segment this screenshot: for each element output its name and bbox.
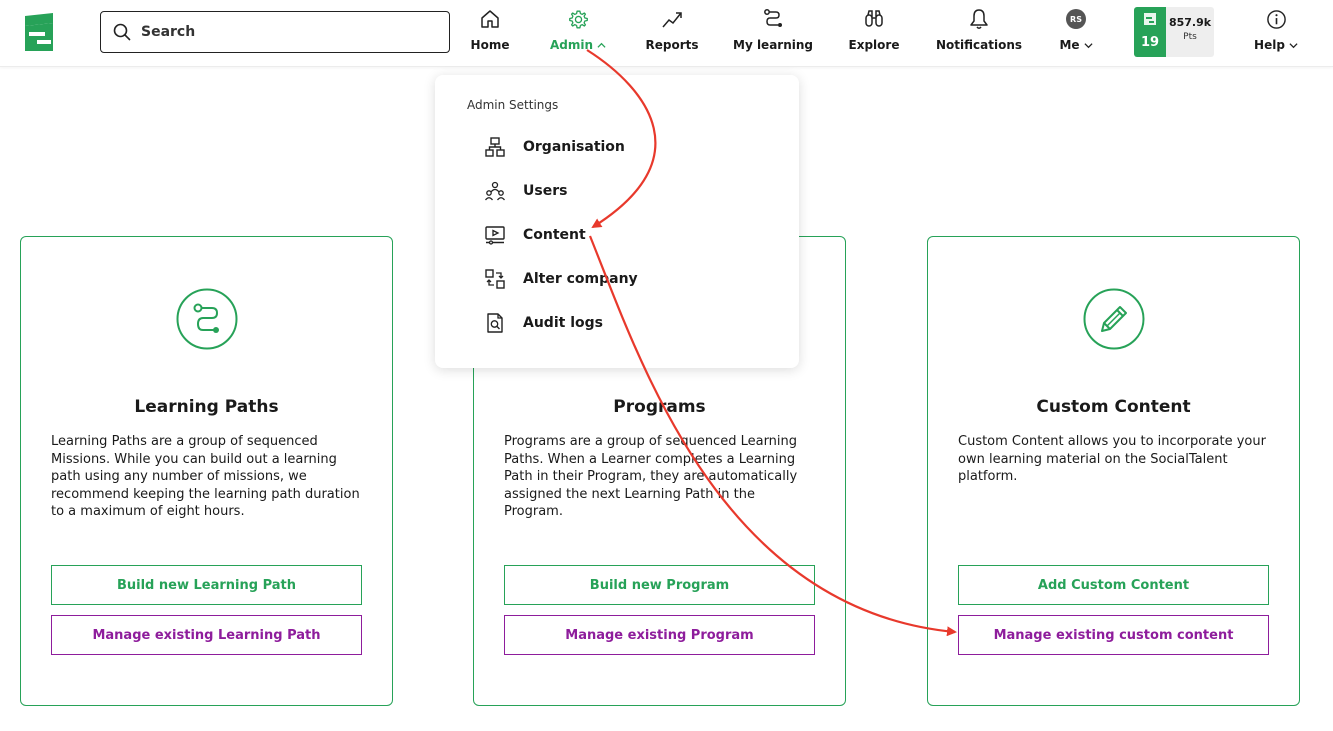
add-custom-content-button[interactable]: Add Custom Content xyxy=(958,565,1269,605)
menu-item-audit-logs[interactable]: Audit logs xyxy=(483,308,603,338)
trend-up-icon xyxy=(662,12,682,28)
menu-item-content[interactable]: Content xyxy=(483,220,586,250)
search-box[interactable] xyxy=(100,11,450,53)
home-icon xyxy=(481,10,499,28)
learning-path-icon xyxy=(176,288,238,350)
nav-admin-label: Admin xyxy=(549,38,594,52)
binoculars-icon xyxy=(865,10,883,27)
learning-paths-card: Learning Paths Learning Paths are a grou… xyxy=(20,236,393,706)
manage-custom-content-button[interactable]: Manage existing custom content xyxy=(958,615,1269,655)
socialtalent-mini-logo-icon xyxy=(1144,13,1156,25)
admin-settings-heading: Admin Settings xyxy=(467,98,559,112)
chevron-down-icon xyxy=(1084,42,1093,48)
nav-notifications-label: Notifications xyxy=(935,38,1023,52)
points-widget[interactable]: 19 857.9k Pts xyxy=(1134,7,1214,57)
gear-icon xyxy=(568,10,588,28)
card-title: Programs xyxy=(613,397,706,417)
menu-item-label: Audit logs xyxy=(523,315,603,331)
card-title: Custom Content xyxy=(1036,397,1191,417)
manage-learning-path-button[interactable]: Manage existing Learning Path xyxy=(51,615,362,655)
bell-icon xyxy=(970,9,988,29)
manage-program-button[interactable]: Manage existing Program xyxy=(504,615,815,655)
menu-item-alter-company[interactable]: Alter company xyxy=(483,264,638,294)
org-chart-icon xyxy=(485,137,505,157)
nav-help-label: Help xyxy=(1254,38,1285,52)
nav-explore-label: Explore xyxy=(848,38,900,52)
nav-home[interactable]: Home xyxy=(470,8,510,58)
level-badge: 19 xyxy=(1134,7,1166,57)
menu-item-label: Alter company xyxy=(523,271,638,287)
custom-content-card: Custom Content Custom Content allows you… xyxy=(927,236,1300,706)
nav-my-learning-label: My learning xyxy=(733,38,813,52)
level-number: 19 xyxy=(1140,35,1160,50)
menu-item-label: Organisation xyxy=(523,139,625,155)
learning-path-icon xyxy=(764,9,782,27)
build-learning-path-button[interactable]: Build new Learning Path xyxy=(51,565,362,605)
card-description: Custom Content allows you to incorporate… xyxy=(958,434,1266,484)
card-description: Programs are a group of sequenced Learni… xyxy=(504,434,798,519)
nav-home-label: Home xyxy=(470,38,510,52)
nav-admin[interactable]: Admin xyxy=(548,8,608,58)
card-description: Learning Paths are a group of sequenced … xyxy=(51,434,360,519)
nav-me[interactable]: RS Me xyxy=(1056,8,1096,58)
nav-notifications[interactable]: Notifications xyxy=(936,8,1022,58)
chevron-down-icon xyxy=(1289,42,1298,48)
card-title: Learning Paths xyxy=(134,397,279,417)
nav-help[interactable]: Help xyxy=(1252,8,1300,58)
menu-item-organisation[interactable]: Organisation xyxy=(483,132,625,162)
info-icon xyxy=(1266,9,1286,29)
menu-item-label: Users xyxy=(523,183,568,199)
nav-me-label: Me xyxy=(1059,38,1080,52)
nav-reports-label: Reports xyxy=(645,38,699,52)
switch-company-icon xyxy=(485,269,505,289)
points-value: 857.9k xyxy=(1168,16,1212,29)
search-icon xyxy=(113,23,131,41)
nav-reports[interactable]: Reports xyxy=(645,8,699,58)
points-unit: Pts xyxy=(1183,32,1197,42)
top-navigation-bar: Home Admin Reports xyxy=(0,0,1333,67)
users-icon xyxy=(484,181,506,201)
pencil-icon xyxy=(1083,288,1145,350)
chevron-up-icon xyxy=(597,42,606,48)
content-player-icon xyxy=(485,226,505,245)
menu-item-users[interactable]: Users xyxy=(483,176,567,206)
nav-my-learning[interactable]: My learning xyxy=(733,8,813,58)
points-box: 857.9k Pts xyxy=(1166,7,1214,57)
socialtalent-logo-icon[interactable] xyxy=(23,13,57,51)
search-input[interactable] xyxy=(141,24,431,40)
menu-item-label: Content xyxy=(523,227,586,243)
audit-log-icon xyxy=(487,313,503,333)
admin-settings-menu: Admin Settings Organisation Users Conten… xyxy=(435,75,799,368)
build-program-button[interactable]: Build new Program xyxy=(504,565,815,605)
avatar: RS xyxy=(1066,9,1086,29)
nav-explore[interactable]: Explore xyxy=(848,8,900,58)
